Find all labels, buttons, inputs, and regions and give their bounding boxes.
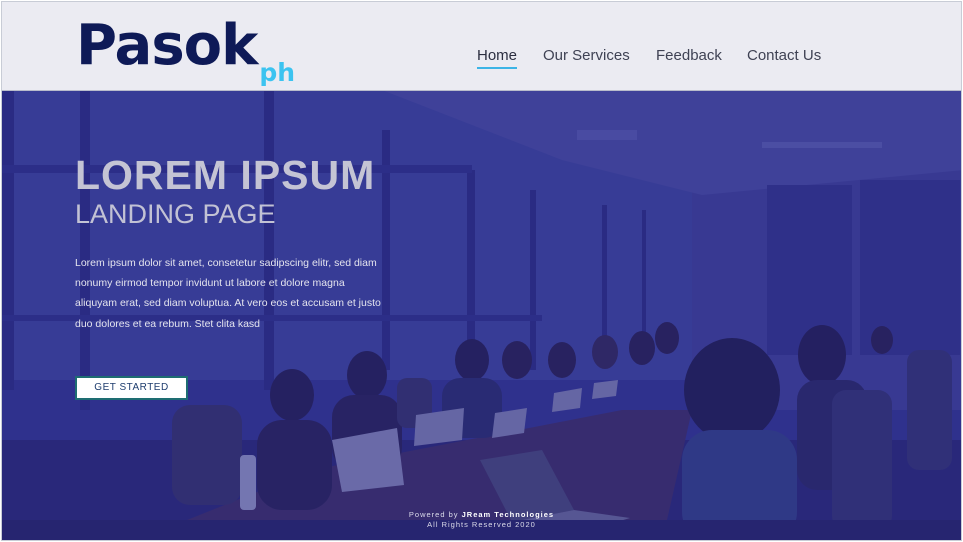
hero-section: LOREM IPSUM LANDING PAGE Lorem ipsum dol… <box>2 90 961 540</box>
nav-our-services[interactable]: Our Services <box>543 46 630 66</box>
site-header: Pasok ph Home Our Services Feedback Cont… <box>2 2 961 91</box>
nav-contact-us[interactable]: Contact Us <box>747 46 821 66</box>
powered-by-line: Powered by JReam Technologies <box>2 510 961 520</box>
hero-description: Lorem ipsum dolor sit amet, consetetur s… <box>75 257 381 330</box>
copyright-line: All Rights Reserved 2020 <box>427 520 536 529</box>
powered-by-company: JReam Technologies <box>461 510 555 519</box>
landing-page: Pasok ph Home Our Services Feedback Cont… <box>1 1 962 541</box>
site-footer: Powered by JReam Technologies All Rights… <box>2 510 961 530</box>
powered-by-label: Powered by <box>408 510 459 519</box>
hero-subtitle: LANDING PAGE <box>75 199 276 229</box>
get-started-button[interactable]: GET STARTED <box>75 376 188 400</box>
hero-title: LOREM IPSUM <box>75 152 376 198</box>
nav-home[interactable]: Home <box>477 46 518 69</box>
nav-feedback[interactable]: Feedback <box>656 46 722 66</box>
main-nav: Home Our Services Feedback Contact Us <box>2 46 961 70</box>
